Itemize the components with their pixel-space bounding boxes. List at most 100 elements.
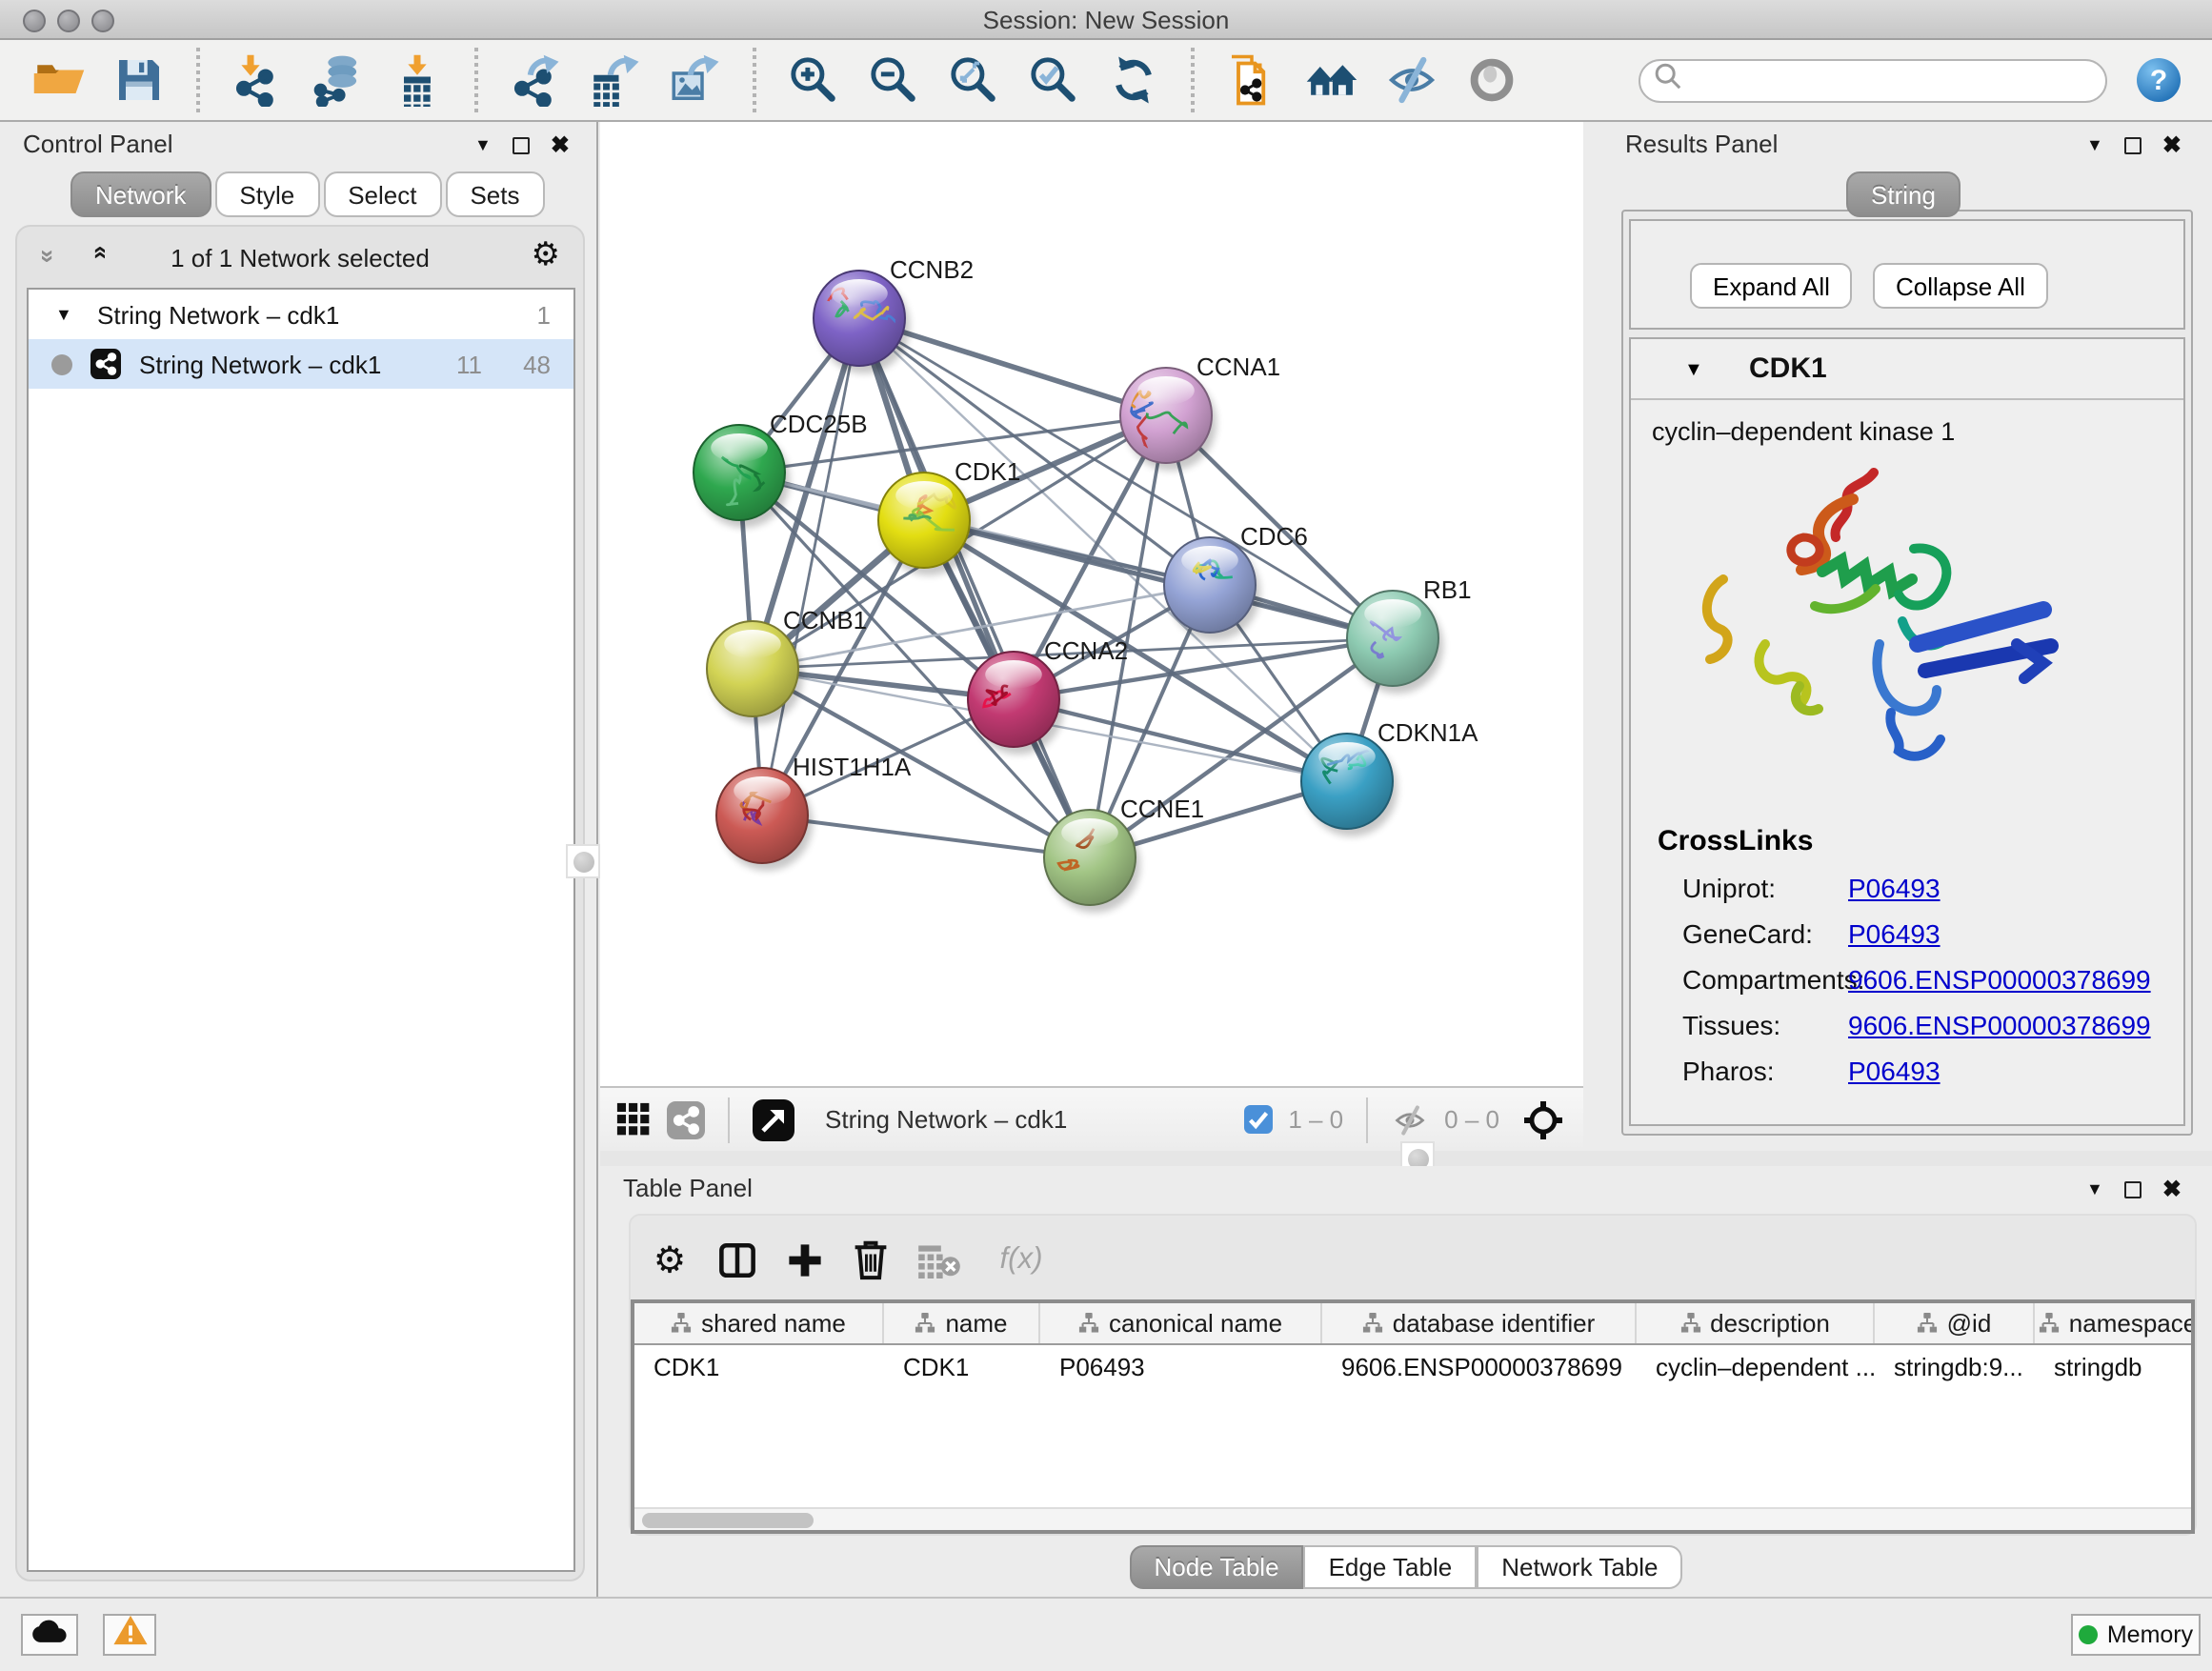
memory-button[interactable]: Memory: [2071, 1614, 2201, 1656]
import-database-button[interactable]: [309, 51, 366, 109]
add-button[interactable]: [785, 1239, 825, 1279]
expand-all-button[interactable]: Expand All: [1690, 263, 1853, 309]
search-icon: [1654, 61, 1682, 101]
panel-collapse-icon[interactable]: ▼: [2086, 1179, 2103, 1198]
tab-edge-table[interactable]: Edge Table: [1304, 1545, 1478, 1589]
horizontal-scrollbar[interactable]: [634, 1507, 2191, 1530]
network-node-CDC25B[interactable]: CDC25B: [694, 410, 868, 528]
export-image-button[interactable]: [667, 51, 724, 109]
tab-network[interactable]: Network: [70, 171, 211, 217]
search-input[interactable]: [1682, 66, 2063, 96]
panel-collapse-icon[interactable]: ▼: [474, 135, 492, 154]
network-options-gear-icon[interactable]: ⚙: [532, 236, 561, 274]
warnings-button[interactable]: [103, 1614, 156, 1656]
table-cell[interactable]: 9606.ENSP00000378699: [1322, 1345, 1637, 1387]
birdseye-view-icon[interactable]: [753, 1098, 794, 1140]
panel-close-icon[interactable]: ✖: [551, 133, 570, 156]
import-table-button[interactable]: [389, 51, 446, 109]
column-header-description[interactable]: description: [1637, 1303, 1875, 1343]
zoom-in-button[interactable]: [785, 51, 842, 109]
table-row[interactable]: CDK1CDK1P064939606.ENSP00000378699cyclin…: [634, 1345, 2191, 1387]
panel-collapse-icon[interactable]: ▼: [2086, 135, 2103, 154]
cloud-button[interactable]: [21, 1614, 78, 1656]
hidden-eye-icon[interactable]: [1391, 1102, 1429, 1137]
show-visuals-button[interactable]: [1463, 51, 1520, 109]
tab-network-table[interactable]: Network Table: [1477, 1545, 1682, 1589]
crosslink-link[interactable]: P06493: [1848, 873, 1941, 903]
network-share-icon[interactable]: [667, 1100, 705, 1138]
tab-sets[interactable]: Sets: [445, 171, 544, 217]
table-cell[interactable]: cyclin–dependent ...: [1637, 1345, 1875, 1387]
panel-float-icon[interactable]: [2124, 136, 2142, 153]
network-edge[interactable]: [924, 520, 1393, 638]
scrollbar-thumb[interactable]: [642, 1513, 814, 1528]
network-node-HIST1H1A[interactable]: HIST1H1A: [716, 753, 912, 871]
node-label: CDC25B: [770, 410, 868, 438]
zoom-out-button[interactable]: [865, 51, 922, 109]
crosslink-link[interactable]: 9606.ENSP00000378699: [1848, 964, 2151, 995]
tab-style[interactable]: Style: [214, 171, 319, 217]
crosslink-link[interactable]: P06493: [1848, 918, 1941, 949]
column-header-database-identifier[interactable]: database identifier: [1322, 1303, 1637, 1343]
home-button[interactable]: [1303, 51, 1360, 109]
gene-header[interactable]: ▼ CDK1: [1631, 339, 2183, 400]
tab-node-table[interactable]: Node Table: [1129, 1545, 1303, 1589]
network-canvas[interactable]: CCNB2 CCNA1 CDC25B CDK1 CDC6 RB1 CCNB1: [600, 122, 1583, 1086]
open-session-button[interactable]: [30, 51, 88, 109]
gene-collapse-caret-icon[interactable]: ▼: [1684, 360, 1703, 381]
import-network-button[interactable]: [229, 51, 286, 109]
crosslink-link[interactable]: P06493: [1848, 1056, 1941, 1086]
collapse-all-button[interactable]: Collapse All: [1873, 263, 2048, 309]
crosslink-link[interactable]: 9606.ENSP00000378699: [1848, 1010, 2151, 1040]
svg-text:⚙: ⚙: [654, 1239, 687, 1279]
network-collection-row[interactable]: ▼ String Network – cdk1 1: [29, 290, 573, 339]
delete-button[interactable]: [852, 1238, 890, 1280]
panel-float-icon[interactable]: [2124, 1180, 2142, 1198]
export-network-button[interactable]: [507, 51, 564, 109]
network-node-RB1[interactable]: RB1: [1347, 575, 1472, 694]
table-cell[interactable]: CDK1: [884, 1345, 1040, 1387]
column-header-canonical-name[interactable]: canonical name: [1040, 1303, 1322, 1343]
table-cell[interactable]: CDK1: [634, 1345, 884, 1387]
refresh-button[interactable]: [1105, 51, 1162, 109]
help-button[interactable]: ?: [2136, 57, 2182, 103]
network-node-CCNA1[interactable]: CCNA1: [1120, 352, 1280, 471]
table-cell[interactable]: stringdb: [2035, 1345, 2195, 1387]
zoom-selected-button[interactable]: [1025, 51, 1082, 109]
selected-checkbox-icon[interactable]: [1244, 1105, 1273, 1134]
table-panel-window-controls: ▼ ✖: [2086, 1178, 2182, 1200]
tab-string[interactable]: String: [1846, 171, 1961, 217]
column-header-label: canonical name: [1109, 1309, 1282, 1338]
network-node-CDKN1A[interactable]: CDKN1A: [1301, 718, 1478, 836]
column-header-name[interactable]: name: [884, 1303, 1040, 1343]
crosslink-row: Pharos:P06493: [1658, 1056, 2168, 1086]
network-edge[interactable]: [762, 318, 859, 815]
hide-visuals-button[interactable]: [1383, 51, 1440, 109]
panel-close-icon[interactable]: ✖: [2162, 1178, 2182, 1200]
tree-expand-caret-icon[interactable]: ▼: [55, 305, 72, 324]
network-node-CDC6[interactable]: CDC6: [1164, 522, 1308, 640]
column-header-namespace[interactable]: namespace: [2035, 1303, 2195, 1343]
panel-float-icon[interactable]: [513, 136, 530, 153]
network-row[interactable]: String Network – cdk1 11 48: [29, 339, 573, 389]
network-node-CCNB2[interactable]: CCNB2: [814, 255, 974, 373]
panel-close-icon[interactable]: ✖: [2162, 133, 2182, 156]
zoom-fit-button[interactable]: [945, 51, 1002, 109]
node-label: CCNB2: [890, 255, 974, 284]
tab-select[interactable]: Select: [323, 171, 441, 217]
network-status-dot-icon: [51, 353, 72, 374]
grid-view-icon[interactable]: [615, 1101, 652, 1137]
columns-button[interactable]: [716, 1239, 758, 1279]
crosshair-icon[interactable]: [1522, 1098, 1564, 1140]
table-cell[interactable]: stringdb:9...: [1875, 1345, 2035, 1387]
share-document-button[interactable]: [1223, 51, 1280, 109]
column-header-id[interactable]: @id: [1875, 1303, 2035, 1343]
splitter-handle[interactable]: [566, 844, 600, 878]
save-session-button[interactable]: [111, 51, 168, 109]
horizontal-splitter[interactable]: [600, 1151, 2212, 1166]
table-cell[interactable]: P06493: [1040, 1345, 1322, 1387]
table-tabs: Node TableEdge TableNetwork Table: [600, 1545, 2212, 1589]
column-header-shared-name[interactable]: shared name: [634, 1303, 884, 1343]
settings-button[interactable]: ⚙: [650, 1239, 690, 1279]
export-table-button[interactable]: [587, 51, 644, 109]
